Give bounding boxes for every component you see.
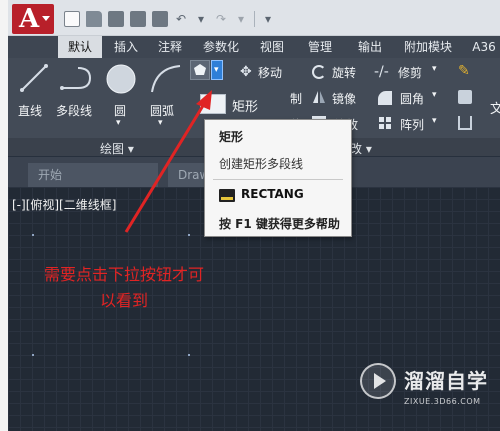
watermark-url: ZIXUE.3D66.COM (404, 397, 481, 406)
tooltip-title: 矩形 (219, 130, 244, 144)
command-line-icon (219, 189, 235, 202)
tooltip-divider (213, 179, 343, 180)
rectangle-tooltip: 矩形 创建矩形多段线 RECTANG 按 F1 键获得更多帮助 (204, 119, 352, 237)
tooltip-command: RECTANG (241, 187, 304, 201)
tooltip-help: 按 F1 键获得更多帮助 (219, 217, 340, 231)
watermark-play-icon (360, 363, 396, 399)
tooltip-description: 创建矩形多段线 (219, 157, 304, 171)
autocad-window: A ↶ ▾ ↷ ▾ ▾ 默认 插入 注释 参数化 视图 管理 输出 附加模块 A… (8, 0, 500, 431)
watermark-name: 溜溜自学 (404, 369, 488, 393)
window-edge (0, 0, 8, 431)
